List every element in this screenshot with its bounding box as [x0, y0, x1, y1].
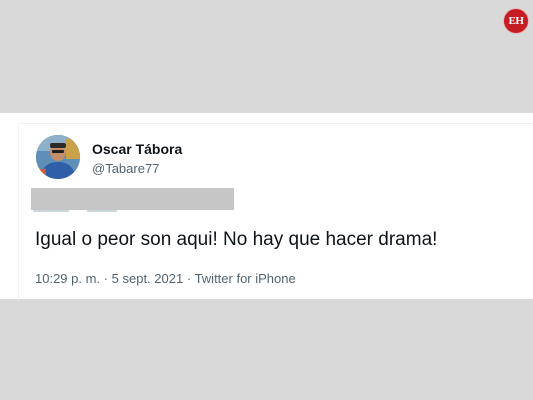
tweet-date[interactable]: 5 sept. 2021	[112, 271, 184, 286]
avatar-image	[36, 135, 80, 179]
tweet-card-inner: Oscar Tábora @Tabare77 Igual o peor son …	[18, 123, 533, 300]
meta-separator: ·	[103, 271, 109, 286]
redaction-bar	[31, 188, 234, 210]
avatar[interactable]	[36, 135, 80, 179]
tweet-card: Oscar Tábora @Tabare77 Igual o peor son …	[0, 113, 533, 300]
redacted-reply-line	[33, 210, 153, 212]
tweet-time[interactable]: 10:29 p. m.	[35, 271, 100, 286]
brand-logo: EH	[504, 9, 528, 33]
author-name[interactable]: Oscar Tábora	[92, 141, 182, 157]
author-handle[interactable]: @Tabare77	[92, 161, 159, 176]
meta-separator: ·	[186, 271, 192, 286]
tweet-source[interactable]: Twitter for iPhone	[195, 271, 296, 286]
tweet-meta: 10:29 p. m. · 5 sept. 2021 · Twitter for…	[35, 271, 296, 286]
tweet-text: Igual o peor son aqui! No hay que hacer …	[35, 229, 438, 250]
